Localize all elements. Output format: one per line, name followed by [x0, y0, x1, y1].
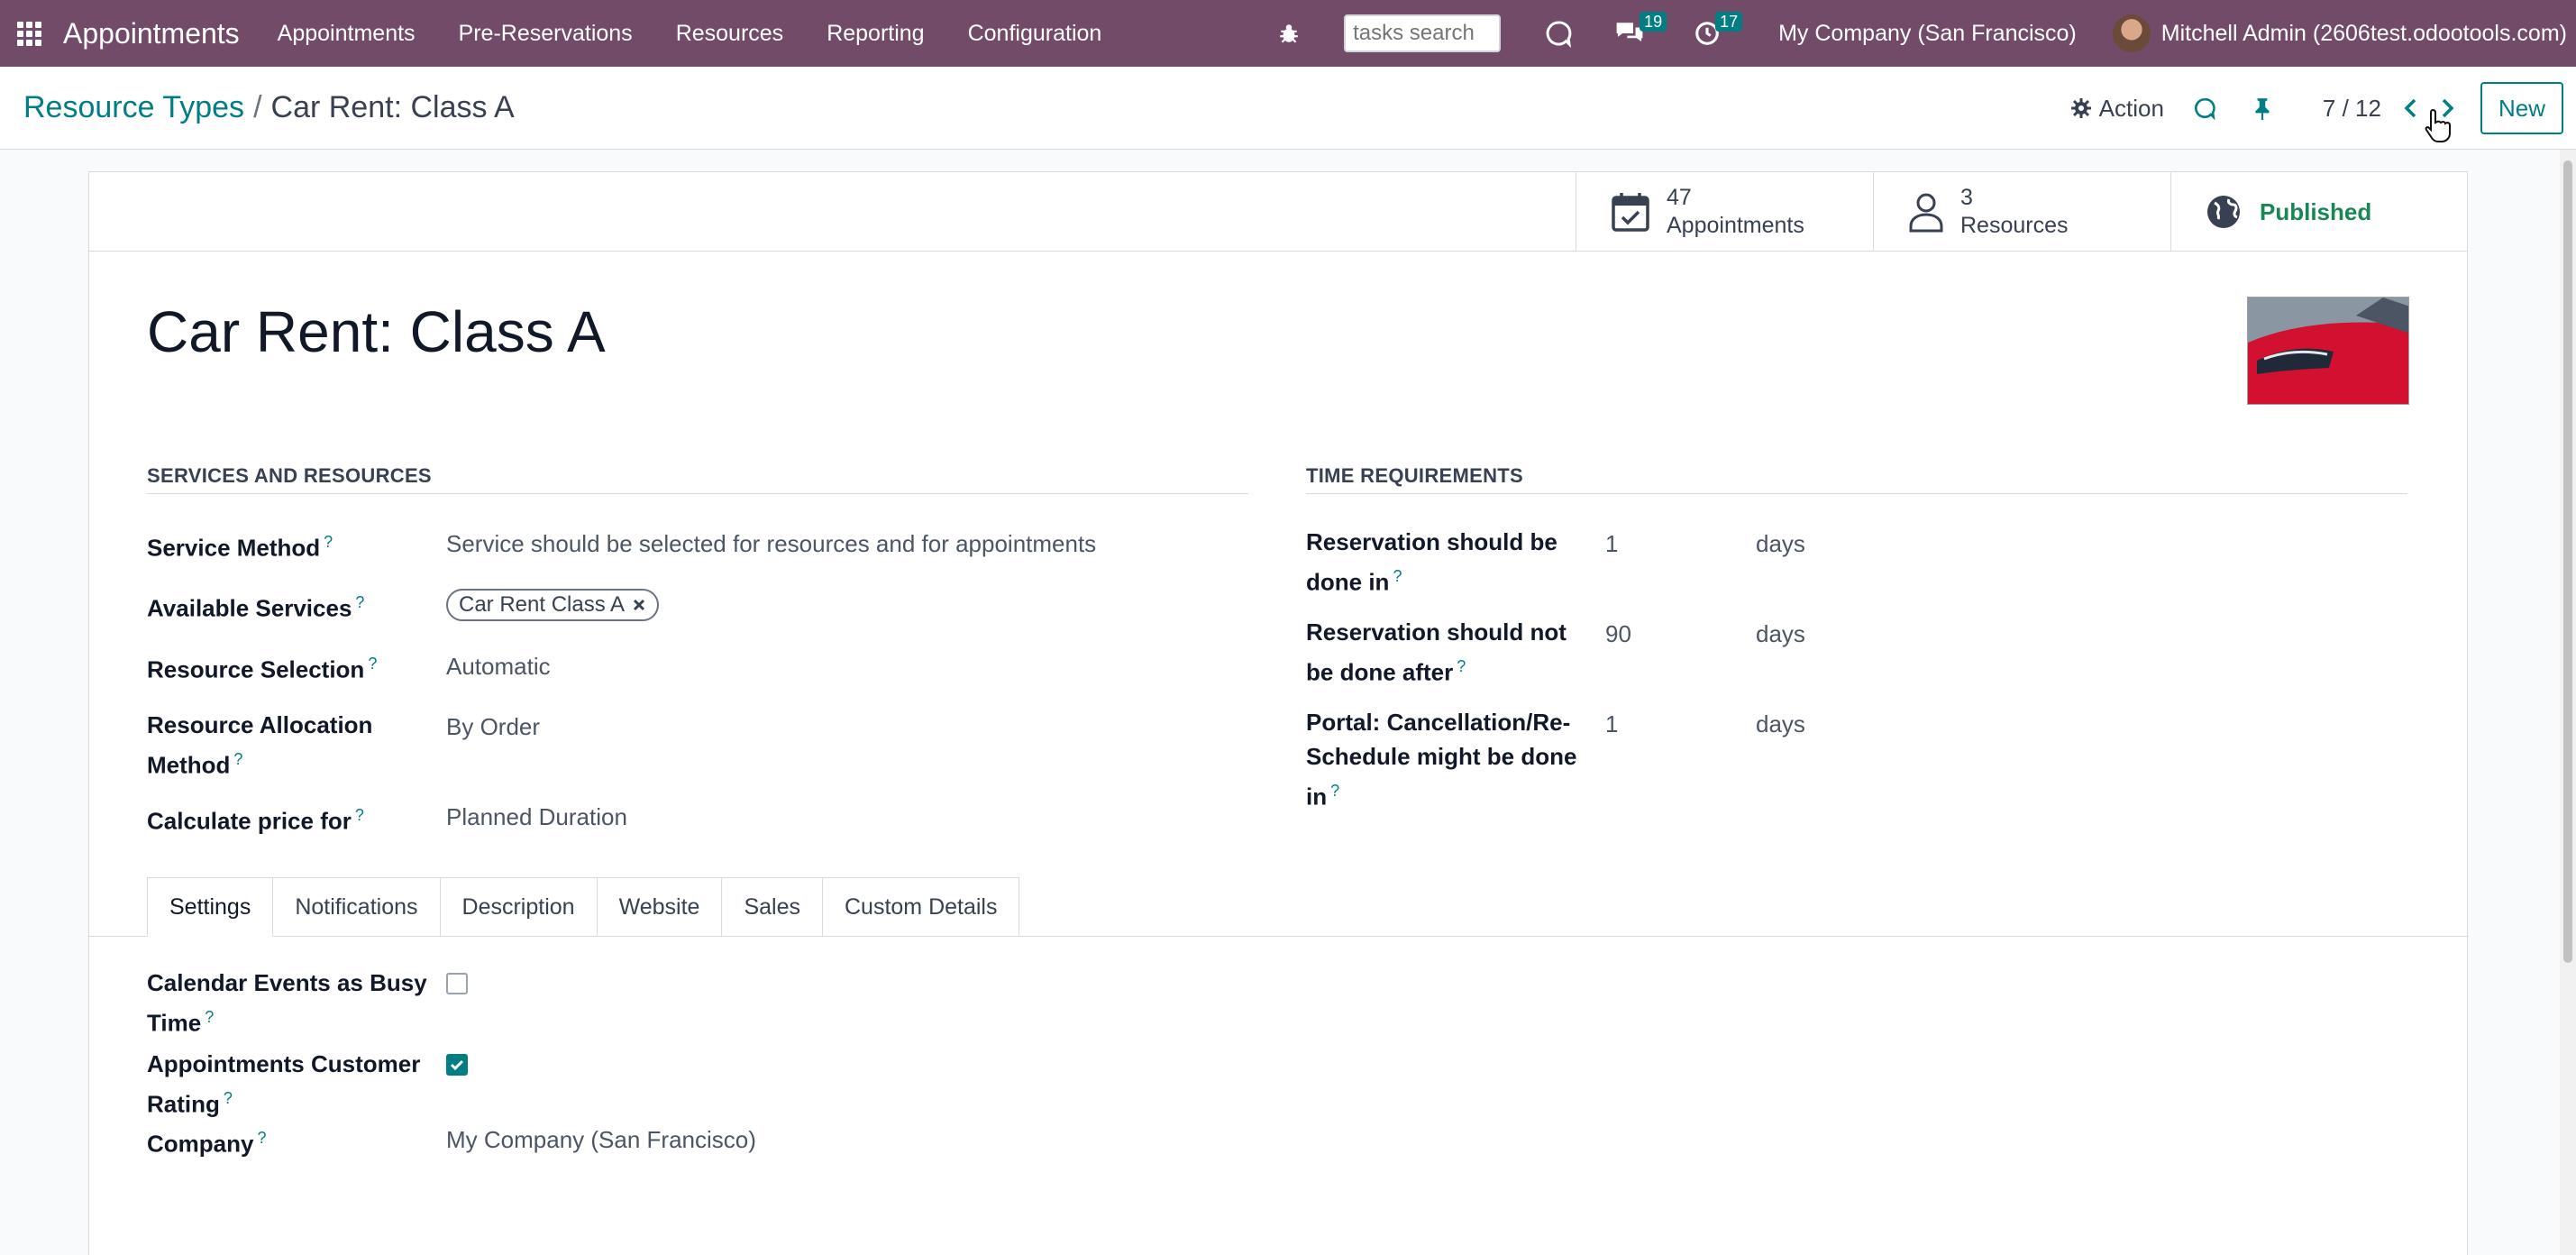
reservation-done-in-unit: days	[1756, 530, 1805, 557]
help-icon[interactable]: ?	[224, 1089, 233, 1107]
service-tag-label: Car Rent Class A	[459, 592, 626, 617]
published-status: Published	[2260, 197, 2372, 225]
breadcrumb-current: Car Rent: Class A	[270, 90, 515, 124]
available-services-label: Available Services?	[147, 593, 365, 622]
top-navbar: Appointments Appointments Pre-Reservatio…	[0, 0, 2576, 67]
globe-icon	[2207, 196, 2240, 228]
breadcrumb-resource-types[interactable]: Resource Types	[23, 90, 244, 124]
calendar-busy-checkbox[interactable]	[446, 973, 468, 994]
reservation-not-after-label: Reservation should not be done after?	[1306, 618, 1567, 686]
discard-changes-icon[interactable]	[2193, 96, 2216, 120]
services-section-heading: SERVICES AND RESOURCES	[147, 464, 1248, 494]
time-section-heading: TIME REQUIREMENTS	[1306, 464, 2407, 494]
pager-counter[interactable]: 7 / 12	[2323, 95, 2381, 123]
service-method-label: Service Method?	[147, 533, 333, 562]
calendar-busy-label: Calendar Events as Busy Time?	[147, 969, 427, 1037]
resource-selection-label: Resource Selection?	[147, 655, 378, 683]
reservation-not-after-field[interactable]: 90	[1605, 617, 1631, 651]
record-title[interactable]: Car Rent: Class A	[147, 298, 606, 365]
company-label: Company?	[147, 1129, 267, 1158]
messages-icon[interactable]: 19	[1614, 12, 1667, 47]
help-icon[interactable]: ?	[1457, 657, 1466, 675]
calculate-price-field[interactable]: Planned Duration	[446, 800, 627, 834]
breadcrumb: Resource Types / Car Rent: Class A	[23, 90, 515, 125]
appointments-label: Appointments	[1667, 213, 1804, 238]
smart-button-box: 47 Appointments 3 Resources Published	[89, 172, 2467, 252]
page-scrollbar[interactable]	[2560, 150, 2576, 1255]
company-field[interactable]: My Company (San Francisco)	[446, 1122, 756, 1157]
previous-record-icon[interactable]	[2403, 97, 2417, 119]
tab-website[interactable]: Website	[597, 877, 723, 937]
gear-icon	[2070, 98, 2091, 118]
user-menu[interactable]: Mitchell Admin (2606test.odootools.com)	[2161, 21, 2567, 47]
portal-cancellation-unit: days	[1756, 710, 1805, 737]
notebook-tabs: Settings Notifications Description Websi…	[147, 877, 1020, 937]
reservation-done-in-label: Reservation should be done in?	[1306, 528, 1557, 596]
resource-selection-field[interactable]: Automatic	[446, 649, 551, 683]
customer-rating-checkbox[interactable]	[446, 1054, 468, 1076]
tab-settings[interactable]: Settings	[147, 877, 274, 937]
calendar-check-icon	[1612, 193, 1649, 232]
help-icon[interactable]: ?	[355, 806, 364, 824]
help-icon[interactable]: ?	[355, 593, 364, 611]
navbar-systray: 19 17 My Company (San Francisco) Mitchel…	[1277, 0, 2576, 67]
portal-cancellation-field[interactable]: 1	[1605, 707, 1618, 741]
help-icon[interactable]: ?	[257, 1129, 266, 1147]
activities-badge: 17	[1715, 12, 1743, 32]
resources-label: Resources	[1960, 213, 2069, 238]
user-icon	[1909, 193, 1943, 233]
company-switcher[interactable]: My Company (San Francisco)	[1778, 21, 2077, 47]
action-button[interactable]: Action	[2070, 95, 2164, 123]
user-avatar[interactable]	[2112, 14, 2151, 52]
help-icon[interactable]: ?	[205, 1008, 214, 1026]
control-panel: Resource Types / Car Rent: Class A Action …	[0, 67, 2576, 150]
tab-description[interactable]: Description	[440, 877, 598, 937]
allocation-method-field[interactable]: By Order	[446, 710, 540, 744]
help-icon[interactable]: ?	[368, 655, 377, 673]
control-actions: Action 7 / 12 New	[2070, 67, 2576, 150]
service-method-field[interactable]: Service should be selected for resources…	[446, 527, 1096, 561]
help-icon[interactable]: ?	[233, 750, 242, 768]
tab-custom-details[interactable]: Custom Details	[822, 877, 1020, 937]
menu-configuration[interactable]: Configuration	[968, 21, 1102, 47]
form-sheet: 47 Appointments 3 Resources Published Ca…	[88, 171, 2469, 1255]
tab-notifications[interactable]: Notifications	[273, 877, 441, 937]
app-brand[interactable]: Appointments	[63, 17, 240, 50]
portal-cancellation-label: Portal: Cancellation/Re- Schedule might …	[1306, 709, 1577, 811]
discuss-icon[interactable]	[1544, 19, 1573, 48]
help-icon[interactable]: ?	[1330, 782, 1339, 800]
appointments-count: 47	[1667, 185, 1692, 210]
apps-menu-icon[interactable]	[0, 0, 58, 67]
menu-resources[interactable]: Resources	[676, 21, 784, 47]
action-label: Action	[2098, 94, 2164, 122]
tasks-search-input[interactable]	[1344, 14, 1502, 52]
reservation-not-after-unit: days	[1756, 620, 1805, 647]
pointer-cursor-icon	[2425, 108, 2451, 142]
resources-stat-button[interactable]: 3 Resources	[1873, 172, 2170, 252]
service-tag[interactable]: Car Rent Class A	[446, 589, 660, 621]
record-image[interactable]	[2247, 297, 2409, 405]
breadcrumb-separator: /	[253, 90, 262, 124]
menu-appointments[interactable]: Appointments	[278, 21, 416, 47]
allocation-method-label: Resource Allocation Method?	[147, 711, 373, 779]
customer-rating-label: Appointments Customer Rating?	[147, 1050, 421, 1118]
bug-icon[interactable]	[1277, 22, 1301, 45]
checkmark-icon	[450, 1059, 464, 1071]
published-toggle-button[interactable]: Published	[2170, 172, 2468, 252]
new-record-button[interactable]: New	[2480, 82, 2563, 134]
tab-sales[interactable]: Sales	[722, 877, 823, 937]
menu-reporting[interactable]: Reporting	[827, 21, 924, 47]
pin-icon[interactable]	[2252, 96, 2272, 120]
appointments-stat-button[interactable]: 47 Appointments	[1576, 172, 1873, 252]
resources-count: 3	[1960, 185, 1973, 210]
main-menu: Appointments Pre-Reservations Resources …	[278, 21, 1102, 47]
help-icon[interactable]: ?	[324, 533, 333, 551]
activities-icon[interactable]: 17	[1694, 12, 1743, 47]
menu-pre-reservations[interactable]: Pre-Reservations	[459, 21, 633, 47]
calculate-price-label: Calculate price for?	[147, 806, 364, 835]
reservation-done-in-field[interactable]: 1	[1605, 527, 1618, 561]
messages-badge: 19	[1640, 12, 1667, 32]
remove-tag-icon[interactable]	[632, 598, 646, 612]
help-icon[interactable]: ?	[1393, 567, 1402, 585]
